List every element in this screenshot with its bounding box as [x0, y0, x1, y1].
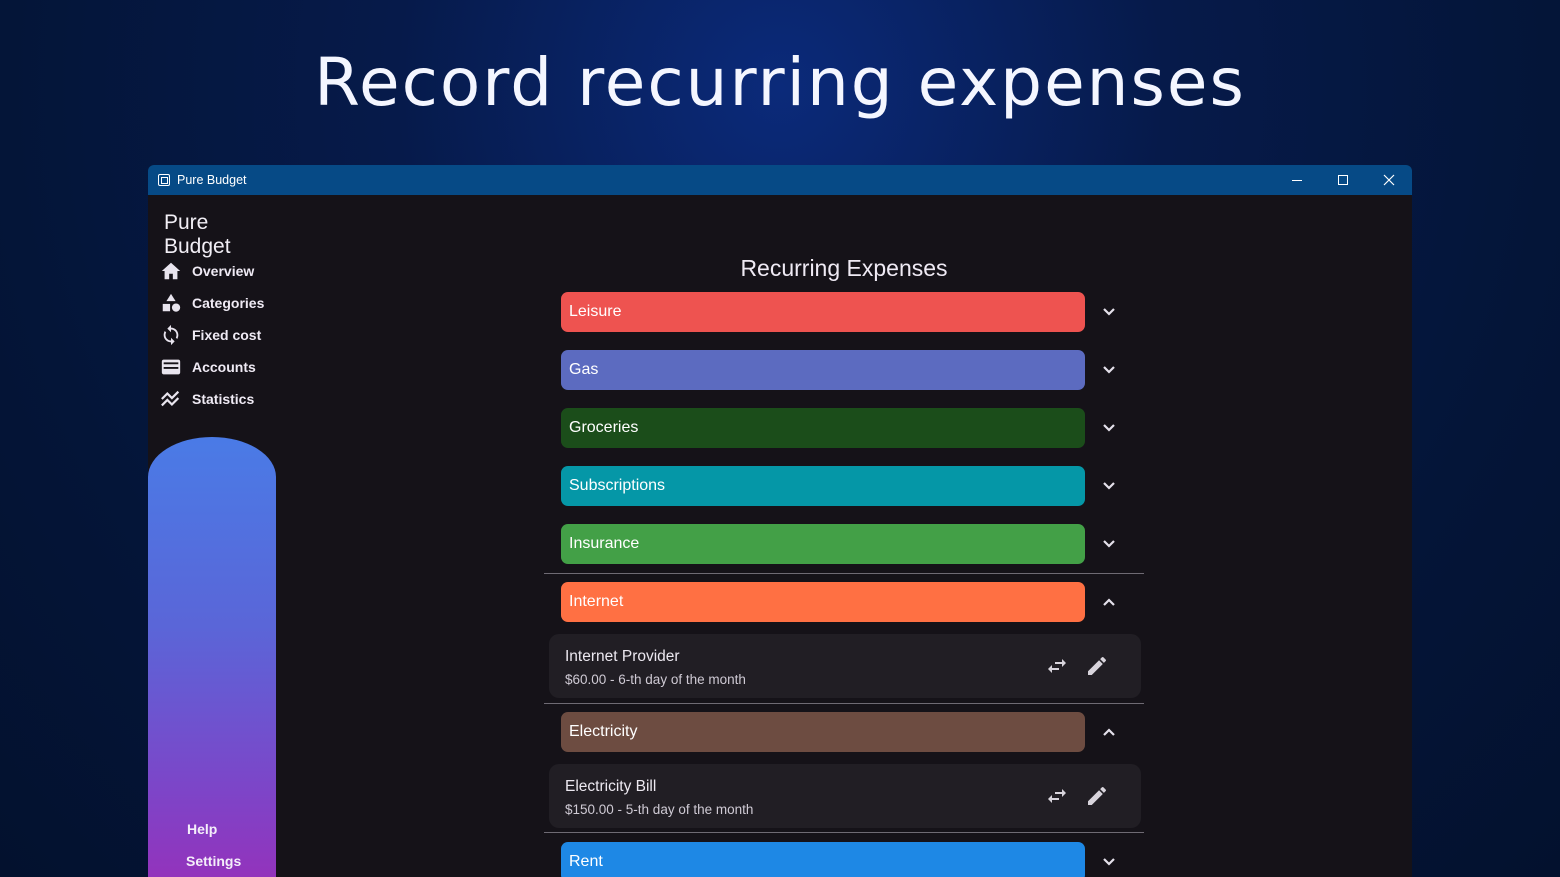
home-icon: [161, 262, 181, 280]
expense-detail: $60.00 - 6-th day of the month: [565, 672, 746, 687]
main-content: Recurring Expenses Leisure Gas Groceries…: [544, 195, 1144, 877]
sidebar-item-label: Overview: [192, 263, 255, 279]
chevron-down-icon[interactable]: [1097, 416, 1121, 440]
chevron-down-icon[interactable]: [1097, 532, 1121, 556]
maximize-icon: [1338, 175, 1348, 185]
minimize-button[interactable]: [1274, 165, 1320, 195]
edit-icon[interactable]: [1085, 654, 1109, 678]
maximize-button[interactable]: [1320, 165, 1366, 195]
headline: Record recurring expenses: [314, 44, 1246, 121]
sidebar-item-label: Accounts: [192, 359, 256, 375]
sidebar: Pure Budget Overview Categories Fixed co…: [148, 195, 278, 877]
app-icon: [158, 174, 170, 186]
settings-link[interactable]: Settings: [186, 853, 241, 869]
category-row-subscriptions: Subscriptions: [561, 466, 1141, 506]
transfer-icon[interactable]: [1045, 654, 1069, 678]
divider: [544, 703, 1144, 704]
chevron-up-icon[interactable]: [1097, 590, 1121, 614]
sidebar-item-categories[interactable]: Categories: [160, 287, 264, 319]
wallet-icon: [161, 359, 181, 375]
edit-icon[interactable]: [1085, 784, 1109, 808]
chevron-up-icon[interactable]: [1097, 720, 1121, 744]
chart-icon: [161, 390, 180, 407]
category-header[interactable]: Insurance: [561, 524, 1085, 564]
title-bar: Pure Budget: [148, 165, 1412, 195]
sync-icon: [163, 324, 179, 346]
divider: [544, 573, 1144, 574]
expense-item[interactable]: Electricity Bill $150.00 - 5-th day of t…: [549, 764, 1141, 828]
chevron-down-icon[interactable]: [1097, 474, 1121, 498]
expense-name: Electricity Bill: [565, 778, 657, 795]
expense-detail: $150.00 - 5-th day of the month: [565, 802, 754, 817]
app-title: Pure Budget: [164, 211, 231, 258]
sidebar-item-label: Statistics: [192, 391, 255, 407]
category-header[interactable]: Subscriptions: [561, 466, 1085, 506]
close-button[interactable]: [1366, 165, 1412, 195]
chevron-down-icon[interactable]: [1097, 358, 1121, 382]
sidebar-item-label: Categories: [192, 295, 265, 311]
close-icon: [1383, 174, 1395, 186]
sidebar-item-fixed-cost[interactable]: Fixed cost: [160, 319, 264, 351]
category-row-gas: Gas: [561, 350, 1141, 390]
page-title: Recurring Expenses: [740, 255, 948, 281]
expense-name: Internet Provider: [565, 648, 680, 665]
minimize-icon: [1292, 179, 1302, 181]
chevron-down-icon[interactable]: [1097, 850, 1121, 874]
category-row-leisure: Leisure: [561, 292, 1141, 332]
shapes-icon: [162, 293, 181, 312]
category-header[interactable]: Electricity: [561, 712, 1085, 752]
sidebar-decoration: [148, 437, 276, 877]
category-row-insurance: Insurance: [561, 524, 1141, 564]
category-row-groceries: Groceries: [561, 408, 1141, 448]
category-header[interactable]: Internet: [561, 582, 1085, 622]
category-header[interactable]: Rent: [561, 842, 1085, 877]
sidebar-item-statistics[interactable]: Statistics: [160, 383, 264, 415]
category-header[interactable]: Leisure: [561, 292, 1085, 332]
sidebar-item-label: Fixed cost: [192, 327, 262, 343]
transfer-icon[interactable]: [1045, 784, 1069, 808]
category-row-internet: Internet: [561, 582, 1141, 622]
category-header[interactable]: Groceries: [561, 408, 1085, 448]
sidebar-item-overview[interactable]: Overview: [160, 255, 264, 287]
chevron-down-icon[interactable]: [1097, 300, 1121, 324]
divider: [544, 832, 1144, 833]
category-row-electricity: Electricity: [561, 712, 1141, 752]
sidebar-nav: Overview Categories Fixed cost Accounts …: [160, 255, 264, 415]
help-link[interactable]: Help: [187, 821, 217, 837]
expense-item[interactable]: Internet Provider $60.00 - 6-th day of t…: [549, 634, 1141, 698]
app-window: Pure Budget Pure Budget Overview Categor…: [148, 165, 1412, 877]
category-row-rent: Rent: [561, 842, 1141, 877]
window-title: Pure Budget: [177, 173, 247, 187]
sidebar-item-accounts[interactable]: Accounts: [160, 351, 264, 383]
category-header[interactable]: Gas: [561, 350, 1085, 390]
